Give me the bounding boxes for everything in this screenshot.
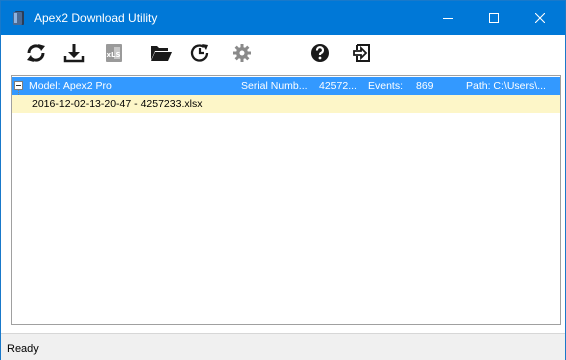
- toolbar: xLS: [1, 35, 565, 71]
- close-button[interactable]: [517, 1, 563, 35]
- minimize-icon: [443, 18, 453, 19]
- device-serial-label: Serial Numb...: [241, 80, 308, 92]
- export-excel-button[interactable]: xLS: [99, 39, 129, 67]
- refresh-icon: [27, 44, 45, 62]
- status-text: Ready: [7, 343, 39, 355]
- close-icon: [535, 13, 545, 23]
- window-title: Apex2 Download Utility: [34, 11, 158, 25]
- device-path: Path: C:\Users\...: [466, 80, 546, 92]
- maximize-button[interactable]: [471, 1, 517, 35]
- download-icon: [63, 44, 85, 63]
- minimize-button[interactable]: [425, 1, 471, 35]
- maximize-icon: [489, 13, 499, 23]
- settings-button[interactable]: [227, 39, 257, 67]
- tree-row-device[interactable]: Model: Apex2 Pro Serial Numb... 42572...…: [12, 77, 560, 95]
- file-name: 2016-12-02-13-20-47 - 4257233.xlsx: [32, 98, 203, 110]
- gear-icon: [233, 44, 251, 62]
- app-icon: [11, 10, 27, 26]
- app-window: Apex2 Download Utility xLS Model: Apex2 …: [0, 0, 566, 360]
- download-button[interactable]: [59, 39, 89, 67]
- excel-icon: xLS: [106, 44, 122, 62]
- clock-icon: [190, 44, 209, 62]
- device-events-label: Events:: [368, 80, 404, 92]
- history-button[interactable]: [185, 39, 215, 67]
- help-icon: [311, 44, 329, 62]
- status-bar: Ready: [1, 333, 565, 360]
- refresh-button[interactable]: [21, 39, 51, 67]
- open-folder-button[interactable]: [145, 39, 175, 67]
- device-model: Model: Apex2 Pro: [29, 80, 112, 92]
- device-tree[interactable]: Model: Apex2 Pro Serial Numb... 42572...…: [11, 75, 561, 325]
- svg-text:xLS: xLS: [107, 51, 121, 59]
- help-button[interactable]: [305, 39, 335, 67]
- title-bar[interactable]: Apex2 Download Utility: [1, 1, 565, 35]
- tree-row-file[interactable]: 2016-12-02-13-20-47 - 4257233.xlsx: [12, 95, 560, 113]
- exit-icon: [353, 44, 370, 62]
- device-serial-value: 42572...: [319, 80, 357, 92]
- folder-open-icon: [151, 46, 172, 61]
- exit-button[interactable]: [347, 39, 377, 67]
- collapse-icon[interactable]: [14, 81, 23, 90]
- device-events-value: 869: [416, 80, 434, 92]
